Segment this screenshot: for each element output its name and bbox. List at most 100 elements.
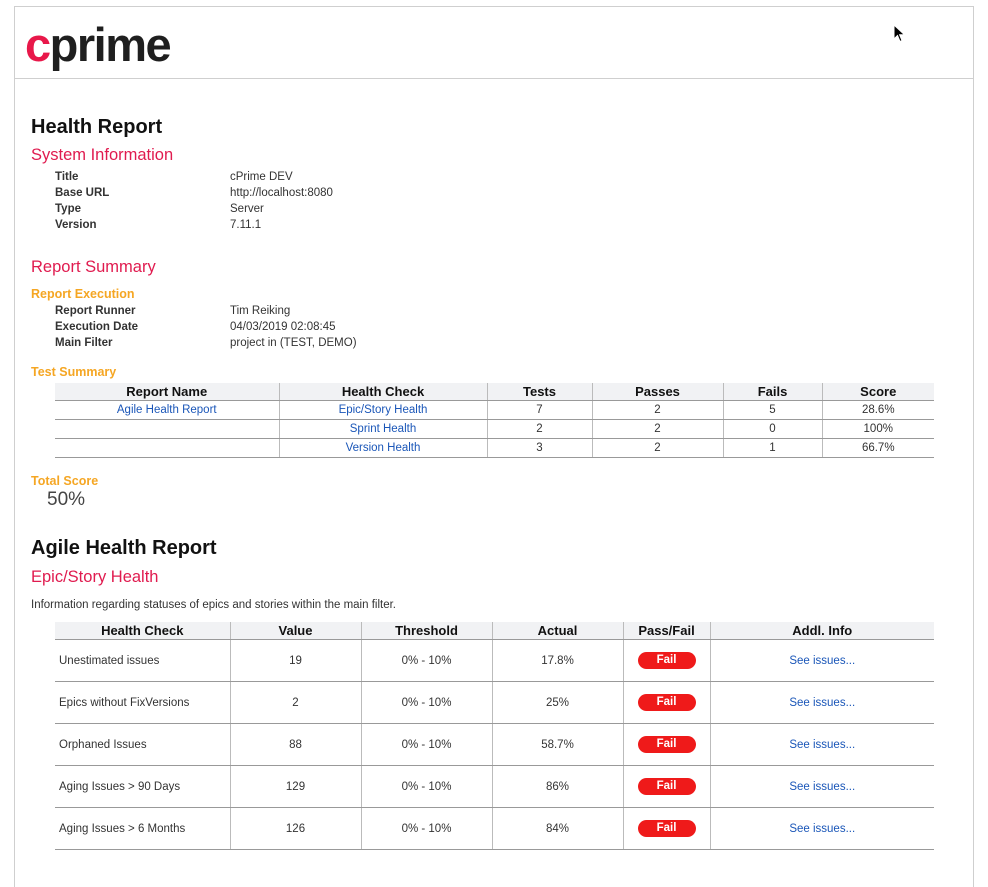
table-row: Agile Health Report Epic/Story Health 7 … bbox=[55, 400, 934, 420]
health-check-link[interactable]: Sprint Health bbox=[350, 423, 416, 435]
system-info-row: Title cPrime DEV bbox=[55, 169, 951, 185]
see-issues-link[interactable]: See issues... bbox=[789, 781, 855, 793]
system-info-value: 7.11.1 bbox=[230, 219, 262, 231]
score-cell: 100% bbox=[821, 419, 934, 439]
actual-cell: 58.7% bbox=[491, 723, 623, 766]
column-header: Actual bbox=[491, 622, 623, 640]
threshold-cell: 0% - 10% bbox=[360, 639, 492, 682]
table-row: Unestimated issues 19 0% - 10% 17.8% Fai… bbox=[55, 639, 934, 682]
passes-cell: 2 bbox=[591, 400, 723, 420]
column-header: Threshold bbox=[360, 622, 492, 640]
report-name-cell bbox=[55, 419, 279, 439]
total-score-heading: Total Score bbox=[31, 474, 99, 488]
execution-value: project in (TEST, DEMO) bbox=[230, 337, 357, 349]
cprime-logo: cprime bbox=[25, 18, 172, 71]
test-summary-heading: Test Summary bbox=[31, 365, 117, 379]
system-info-heading: System Information bbox=[31, 146, 174, 164]
table-row: Aging Issues > 6 Months 126 0% - 10% 84%… bbox=[55, 807, 934, 850]
health-check-header-row: Health Check Value Threshold Actual Pass… bbox=[55, 622, 934, 640]
health-report-title: Health Report bbox=[31, 116, 163, 138]
health-check-link[interactable]: Epic/Story Health bbox=[339, 404, 428, 416]
execution-row: Report Runner Tim Reiking bbox=[55, 303, 951, 319]
tests-cell: 3 bbox=[486, 438, 592, 458]
test-summary-header-row: Report Name Health Check Tests Passes Fa… bbox=[55, 383, 934, 401]
see-issues-link[interactable]: See issues... bbox=[789, 823, 855, 835]
report-execution-heading: Report Execution bbox=[31, 287, 135, 301]
passes-cell: 2 bbox=[591, 438, 723, 458]
report-summary-heading: Report Summary bbox=[31, 258, 156, 276]
system-info-list: Title cPrime DEV Base URL http://localhost… bbox=[55, 169, 951, 233]
column-header: Tests bbox=[486, 383, 592, 401]
tests-cell: 7 bbox=[486, 400, 592, 420]
health-check-cell: Epic/Story Health bbox=[278, 400, 487, 420]
actual-cell: 84% bbox=[491, 807, 623, 850]
test-summary-table: Report Name Health Check Tests Passes Fa… bbox=[55, 383, 934, 458]
report-frame: cprime Health Report System Information … bbox=[14, 6, 974, 887]
fail-badge: Fail bbox=[637, 694, 696, 711]
health-check-link[interactable]: Version Health bbox=[346, 442, 421, 454]
column-header: Value bbox=[229, 622, 361, 640]
health-check-table: Health Check Value Threshold Actual Pass… bbox=[55, 622, 934, 850]
execution-key: Main Filter bbox=[55, 337, 113, 349]
execution-key: Execution Date bbox=[55, 321, 139, 333]
info-cell: See issues... bbox=[709, 681, 934, 724]
check-name-cell: Epics without FixVersions bbox=[55, 681, 230, 724]
value-cell: 19 bbox=[229, 639, 361, 682]
info-cell: See issues... bbox=[709, 765, 934, 808]
logo-c: c bbox=[25, 18, 51, 71]
tests-cell: 2 bbox=[486, 419, 592, 439]
mouse-pointer-icon bbox=[893, 24, 906, 43]
report-name-cell: Agile Health Report bbox=[55, 400, 279, 420]
check-name-cell: Aging Issues > 90 Days bbox=[55, 765, 230, 808]
table-row: Version Health 3 2 1 66.7% bbox=[55, 438, 934, 458]
system-info-value: Server bbox=[230, 203, 264, 215]
fail-badge: Fail bbox=[637, 736, 696, 753]
info-cell: See issues... bbox=[709, 639, 934, 682]
threshold-cell: 0% - 10% bbox=[360, 681, 492, 724]
see-issues-link[interactable]: See issues... bbox=[789, 739, 855, 751]
table-row: Aging Issues > 90 Days 129 0% - 10% 86% … bbox=[55, 765, 934, 808]
column-header: Fails bbox=[722, 383, 822, 401]
system-info-key: Version bbox=[55, 219, 97, 231]
system-info-row: Base URL http://localhost:8080 bbox=[55, 185, 951, 201]
health-check-cell: Version Health bbox=[278, 438, 487, 458]
fails-cell: 5 bbox=[722, 400, 822, 420]
result-cell: Fail bbox=[622, 807, 710, 850]
result-cell: Fail bbox=[622, 723, 710, 766]
system-info-key: Title bbox=[55, 171, 79, 183]
section-description: Information regarding statuses of epics … bbox=[31, 599, 396, 611]
logo-rest: prime bbox=[49, 18, 172, 71]
value-cell: 129 bbox=[229, 765, 361, 808]
fail-badge: Fail bbox=[637, 778, 696, 795]
report-name-cell bbox=[55, 438, 279, 458]
actual-cell: 25% bbox=[491, 681, 623, 724]
execution-value: Tim Reiking bbox=[230, 305, 291, 317]
column-header: Report Name bbox=[55, 383, 279, 401]
system-info-key: Type bbox=[55, 203, 81, 215]
info-cell: See issues... bbox=[709, 723, 934, 766]
system-info-value: http://localhost:8080 bbox=[230, 187, 333, 199]
execution-row: Execution Date 04/03/2019 02:08:45 bbox=[55, 319, 951, 335]
column-header: Pass/Fail bbox=[622, 622, 710, 640]
fail-badge: Fail bbox=[637, 820, 696, 837]
system-info-row: Type Server bbox=[55, 201, 951, 217]
fails-cell: 0 bbox=[722, 419, 822, 439]
table-row: Orphaned Issues 88 0% - 10% 58.7% Fail S… bbox=[55, 723, 934, 766]
report-name-link[interactable]: Agile Health Report bbox=[117, 404, 217, 416]
report-content: Health Report System Information Title cP… bbox=[31, 115, 951, 850]
info-cell: See issues... bbox=[709, 807, 934, 850]
see-issues-link[interactable]: See issues... bbox=[789, 655, 855, 667]
report-execution-list: Report Runner Tim Reiking Execution Date 0… bbox=[55, 303, 951, 351]
total-score-value: 50% bbox=[47, 489, 86, 510]
value-cell: 88 bbox=[229, 723, 361, 766]
column-header: Passes bbox=[591, 383, 723, 401]
table-row: Sprint Health 2 2 0 100% bbox=[55, 419, 934, 439]
threshold-cell: 0% - 10% bbox=[360, 807, 492, 850]
actual-cell: 86% bbox=[491, 765, 623, 808]
health-check-cell: Sprint Health bbox=[278, 419, 487, 439]
execution-key: Report Runner bbox=[55, 305, 136, 317]
result-cell: Fail bbox=[622, 681, 710, 724]
fail-badge: Fail bbox=[637, 652, 696, 669]
score-cell: 28.6% bbox=[821, 400, 934, 420]
see-issues-link[interactable]: See issues... bbox=[789, 697, 855, 709]
